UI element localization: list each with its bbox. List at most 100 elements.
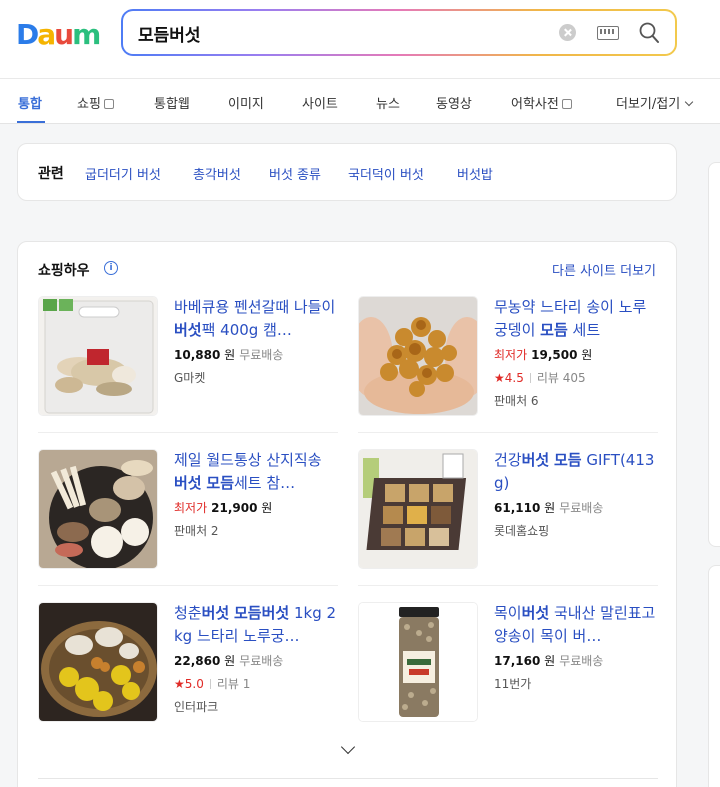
product-title[interactable]: 제일 월드통상 산지직송 버섯 모듬세트 참… (174, 449, 338, 495)
search-input[interactable]: 모듬버섯 (138, 21, 201, 46)
seller-name: 롯데홈쇼핑 (494, 524, 550, 538)
mushroom-basket-image[interactable] (38, 602, 158, 722)
section-title: 쇼핑하우 (38, 263, 90, 279)
seller-count: 판매처 6 (494, 394, 539, 408)
currency: 원 (224, 348, 236, 362)
product-item[interactable]: 목이버섯 국내산 말린표고 양송이 목이 버… 17,160 원 무료배송 11번… (358, 602, 658, 724)
product-item[interactable]: 건강버섯 모듬 GIFT(413g) 61,110 원 무료배송 롯데홈쇼핑 (358, 449, 658, 571)
seller-name: 인터파크 (174, 700, 219, 714)
tab-label: 통합 (18, 97, 42, 112)
star-icon: ★ (174, 677, 185, 691)
product-item[interactable]: 무농약 느타리 송이 노루궁뎅이 모듬 세트 최저가 19,500 원 ★4.5 리… (358, 296, 658, 418)
rating-line: ★4.5 리뷰 405 (494, 369, 586, 386)
external-link-icon (561, 99, 572, 109)
divider (358, 585, 658, 586)
external-link-icon (103, 99, 114, 109)
header: Daum 모듬버섯 (0, 0, 720, 78)
seller-name: G마켓 (174, 371, 206, 385)
shipping-label: 무료배송 (559, 501, 604, 515)
tab-label: 더보기/접기 (616, 97, 681, 112)
related-link[interactable]: 버섯밥 (457, 164, 493, 183)
gift-box-image[interactable] (358, 449, 478, 569)
price-line: 최저가 19,500 원 (494, 346, 596, 363)
search-tabs: 통합 쇼핑 통합웹 이미지 사이트 뉴스 동영상 어학사전 더보기/접기 (0, 78, 720, 124)
side-panel-card (708, 162, 720, 547)
product-title[interactable]: 건강버섯 모듬 GIFT(413g) (494, 449, 658, 495)
search-box: 모듬버섯 (121, 9, 677, 56)
product-title[interactable]: 목이버섯 국내산 말린표고 양송이 목이 버… (494, 602, 658, 648)
divider (38, 778, 658, 779)
tab-sites[interactable]: 사이트 (302, 93, 338, 112)
price: 21,900 (211, 501, 258, 515)
shopping-section: 쇼핑하우 i 다른 사이트 더보기 바베큐용 펜션갈때 나들이버섯팩 400g … (17, 241, 677, 787)
tab-label: 뉴스 (376, 97, 400, 112)
tab-web[interactable]: 통합웹 (154, 93, 190, 112)
tab-shopping[interactable]: 쇼핑 (77, 93, 114, 112)
related-link[interactable]: 버섯 종류 (269, 164, 321, 183)
currency: 원 (581, 348, 593, 362)
product-title[interactable]: 무농약 느타리 송이 노루궁뎅이 모듬 세트 (494, 296, 658, 342)
related-link[interactable]: 국더덕이 버섯 (348, 164, 424, 183)
lowest-price-label: 최저가 (494, 348, 528, 362)
currency: 원 (261, 501, 273, 515)
tab-label: 사이트 (302, 97, 338, 112)
related-label: 관련 (38, 166, 64, 182)
active-tab-indicator (17, 121, 45, 123)
clear-icon[interactable] (559, 24, 576, 41)
side-panel-card (708, 565, 720, 787)
price-line: 최저가 21,900 원 (174, 499, 276, 516)
tab-label: 어학사전 (511, 97, 559, 112)
seller-name: 11번가 (494, 677, 532, 691)
keyboard-icon[interactable] (597, 26, 619, 40)
price: 19,500 (531, 348, 578, 362)
star-icon: ★ (494, 371, 505, 385)
search-icon[interactable] (639, 22, 659, 44)
shipping-label: 무료배송 (239, 654, 284, 668)
lowest-price-label: 최저가 (174, 501, 208, 515)
currency: 원 (544, 654, 556, 668)
product-item[interactable]: 바베큐용 펜션갈때 나들이버섯팩 400g 캠… 10,880 원 무료배송 G마… (38, 296, 338, 418)
tab-label: 통합웹 (154, 97, 190, 112)
divider (38, 585, 338, 586)
product-item[interactable]: 청춘버섯 모듬버섯 1kg 2kg 느타리 노루궁… 22,860 원 무료배송 … (38, 602, 338, 724)
tab-dictionary[interactable]: 어학사전 (511, 93, 572, 112)
tab-integrated[interactable]: 통합 (18, 93, 42, 112)
expand-more-chevron-icon[interactable] (340, 739, 356, 755)
seller-count: 판매처 2 (174, 524, 219, 538)
currency: 원 (224, 654, 236, 668)
logo-letter-a: a (37, 18, 56, 51)
product-title[interactable]: 청춘버섯 모듬버섯 1kg 2kg 느타리 노루궁… (174, 602, 338, 648)
divider (358, 432, 658, 433)
product-item[interactable]: 제일 월드통상 산지직송 버섯 모듬세트 참… 최저가 21,900 원 판매처 … (38, 449, 338, 571)
related-link[interactable]: 굽더더기 버섯 (85, 164, 161, 183)
logo-letter-m: m (72, 18, 101, 51)
info-icon[interactable]: i (104, 261, 118, 275)
product-title[interactable]: 바베큐용 펜션갈때 나들이버섯팩 400g 캠… (174, 296, 338, 342)
shipping-label: 무료배송 (239, 348, 284, 362)
tab-more[interactable]: 더보기/접기 (616, 93, 694, 112)
rating-value: 5.0 (184, 677, 204, 691)
daum-logo[interactable]: Daum (16, 18, 101, 51)
divider (38, 432, 338, 433)
related-link[interactable]: 총각버섯 (193, 164, 241, 183)
chevron-down-icon (684, 97, 694, 107)
price-line: 22,860 원 무료배송 (174, 652, 283, 669)
price-line: 10,880 원 무료배송 (174, 346, 283, 363)
mushroom-pack-image[interactable] (38, 296, 158, 416)
logo-letter-d: D (16, 18, 39, 51)
price: 17,160 (494, 654, 541, 668)
dried-mushroom-jar-image[interactable] (358, 602, 478, 722)
price-line: 17,160 원 무료배송 (494, 652, 603, 669)
tab-news[interactable]: 뉴스 (376, 93, 400, 112)
review-count: 리뷰 405 (536, 371, 586, 385)
more-sites-link[interactable]: 다른 사이트 더보기 (552, 260, 656, 279)
price-line: 61,110 원 무료배송 (494, 499, 603, 516)
price: 61,110 (494, 501, 541, 515)
rating-line: ★5.0 리뷰 1 (174, 675, 250, 692)
tab-video[interactable]: 동영상 (436, 93, 472, 112)
price: 22,860 (174, 654, 221, 668)
tab-images[interactable]: 이미지 (228, 93, 264, 112)
mushroom-platter-image[interactable] (38, 449, 158, 569)
hands-mushrooms-image[interactable] (358, 296, 478, 416)
shipping-label: 무료배송 (559, 654, 604, 668)
